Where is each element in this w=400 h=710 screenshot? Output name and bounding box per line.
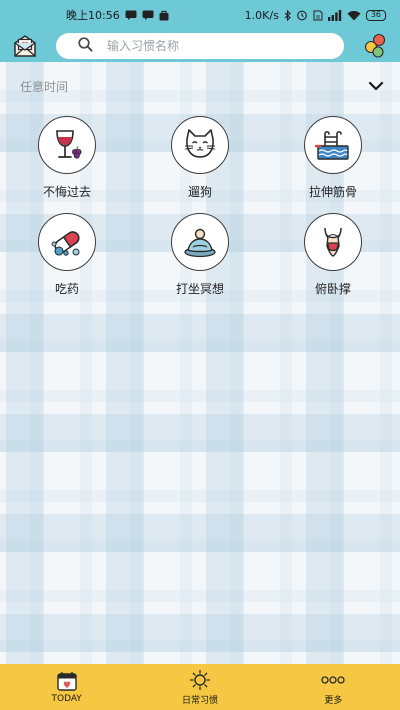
habit-label: 吃药 xyxy=(54,282,79,296)
nav-item-today[interactable]: TODAY xyxy=(0,664,133,710)
meditation-icon xyxy=(171,213,229,271)
network-speed: 1.0K/s xyxy=(244,8,279,22)
habit-label: 拉伸筋骨 xyxy=(308,185,357,199)
search-box[interactable] xyxy=(56,33,344,59)
habit-label: 不悔过去 xyxy=(42,185,91,199)
habit-item[interactable]: 遛狗 xyxy=(150,116,250,200)
calendar-heart-icon xyxy=(56,670,78,692)
nav-label: TODAY xyxy=(51,694,82,704)
bag-icon xyxy=(159,10,169,21)
message-icon-2 xyxy=(142,10,154,20)
alarm-icon xyxy=(296,9,308,21)
status-time: 晚上10:56 xyxy=(66,9,120,22)
wine-glass-icon xyxy=(38,116,96,174)
color-dots-icon[interactable] xyxy=(362,33,388,59)
search-icon xyxy=(78,36,93,56)
bottom-nav: TODAY 日常习惯 更多 xyxy=(0,664,400,710)
message-icon xyxy=(125,10,137,20)
nav-label: 更多 xyxy=(324,695,343,706)
wifi-icon xyxy=(347,10,361,21)
body-figure-icon xyxy=(304,213,362,271)
signal-icon xyxy=(327,9,342,21)
nav-item-daily-habits[interactable]: 日常习惯 xyxy=(133,664,266,710)
status-bar: 晚上10:56 1.0K/s 36 xyxy=(0,0,400,30)
cat-face-icon xyxy=(171,116,229,174)
nav-label: 日常习惯 xyxy=(181,695,218,706)
sun-icon xyxy=(189,669,211,691)
habit-label: 遛狗 xyxy=(187,185,212,199)
habit-item[interactable]: 吃药 xyxy=(17,213,117,297)
habit-item[interactable]: 拉伸筋骨 xyxy=(283,116,383,200)
habit-item[interactable]: 俯卧撑 xyxy=(283,213,383,297)
mail-icon[interactable] xyxy=(12,34,38,58)
search-input[interactable] xyxy=(107,39,327,53)
battery-indicator: 36 xyxy=(365,9,386,21)
habit-item[interactable]: 不悔过去 xyxy=(17,116,117,200)
chevron-down-icon[interactable] xyxy=(368,78,384,92)
nav-item-more[interactable]: 更多 xyxy=(267,664,400,710)
section-title: 任意时间 xyxy=(20,80,69,94)
sim-icon xyxy=(313,10,323,21)
pills-icon xyxy=(38,213,96,271)
more-dots-icon xyxy=(321,669,345,691)
header xyxy=(0,30,400,62)
bluetooth-icon xyxy=(284,9,291,21)
habit-label: 俯卧撑 xyxy=(314,282,351,296)
habit-label: 打坐冥想 xyxy=(175,282,224,296)
swimming-pool-icon xyxy=(304,116,362,174)
habit-item[interactable]: 打坐冥想 xyxy=(150,213,250,297)
